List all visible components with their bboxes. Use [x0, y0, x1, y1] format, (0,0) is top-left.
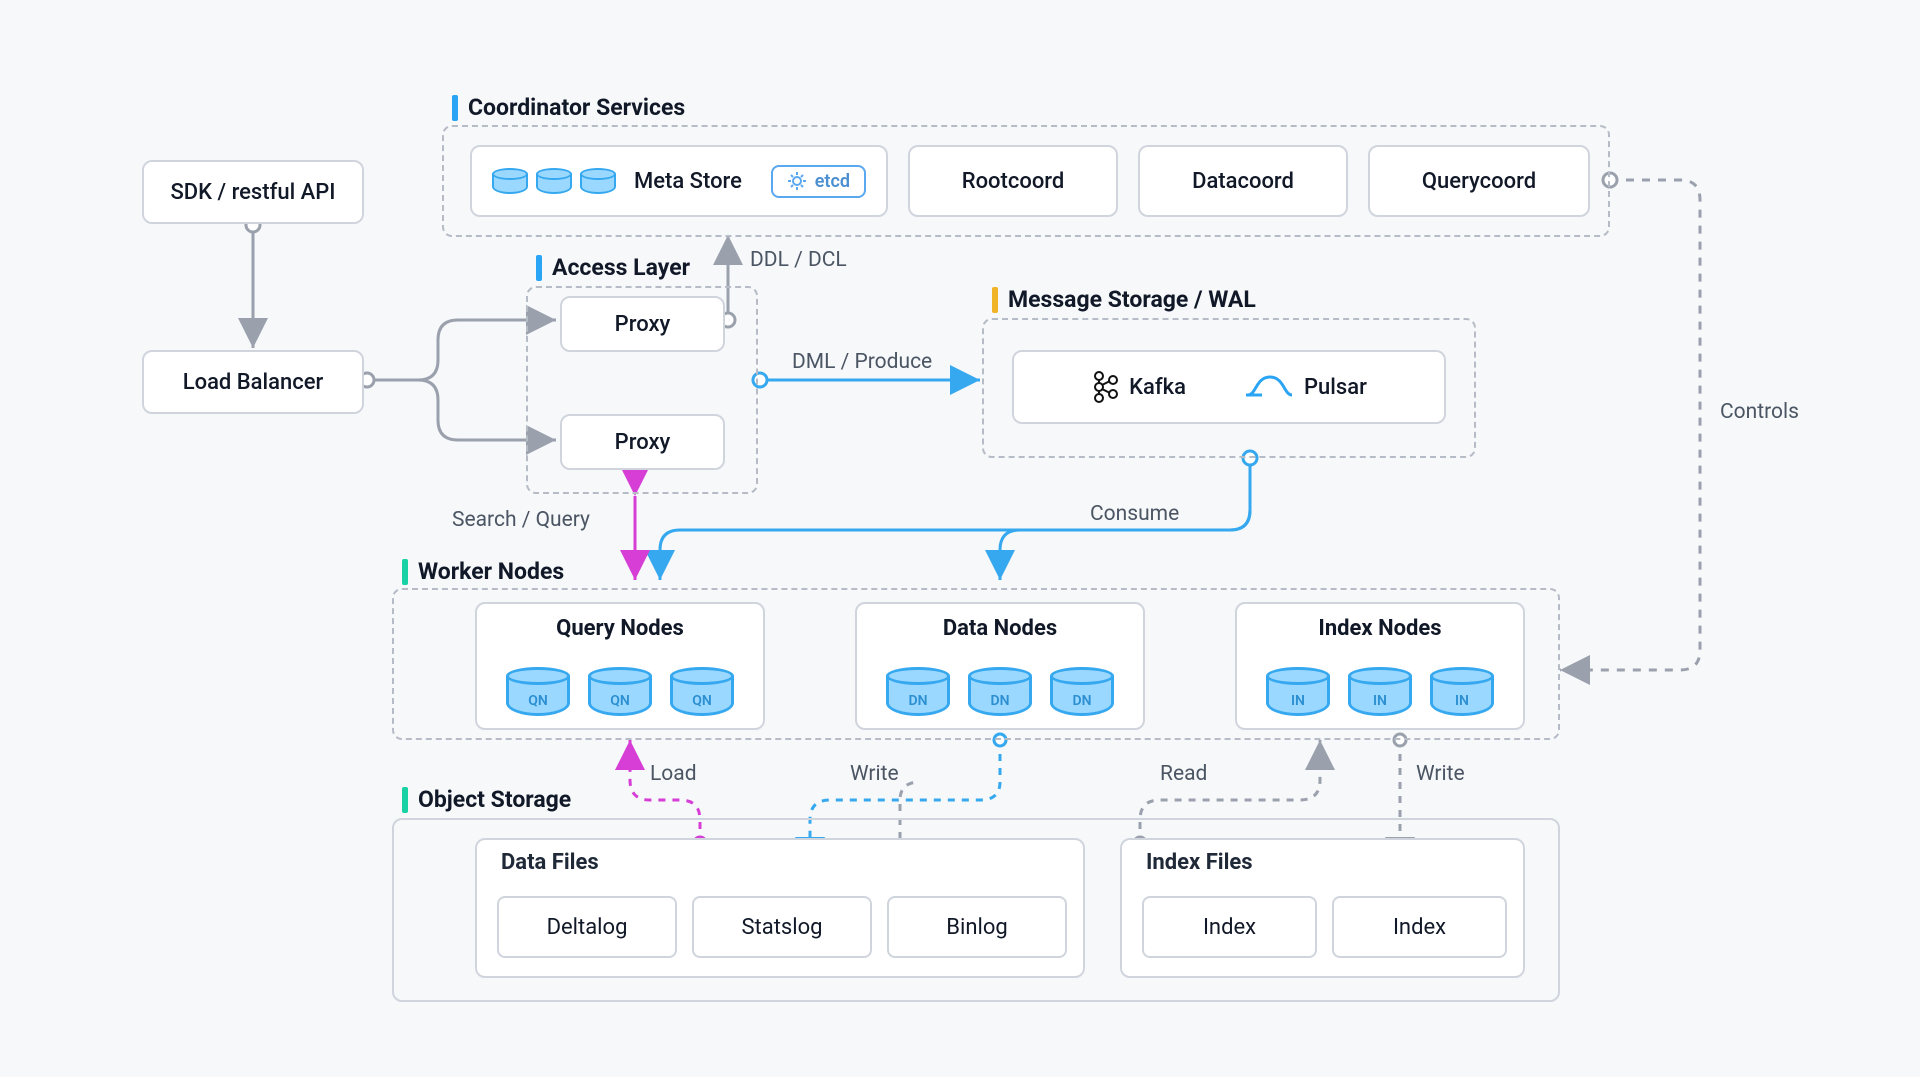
index-box-2: Index	[1332, 896, 1507, 958]
rootcoord-box: Rootcoord	[908, 145, 1118, 217]
db-icon: DN	[886, 667, 950, 716]
querycoord-box: Querycoord	[1368, 145, 1590, 217]
binlog-box: Binlog	[887, 896, 1067, 958]
lb-box: Load Balancer	[142, 350, 364, 414]
data-nodes-title: Data Nodes	[857, 616, 1143, 641]
index-label: Index	[1203, 915, 1256, 940]
db-icon: DN	[1050, 667, 1114, 716]
query-nodes-group: Query Nodes QN QN QN	[475, 602, 765, 730]
db-icon: IN	[1348, 667, 1412, 716]
label-search: Search / Query	[452, 508, 590, 532]
label-write-2: Write	[1416, 762, 1465, 786]
pulsar-item: Pulsar	[1246, 373, 1367, 401]
datacoord-label: Datacoord	[1192, 169, 1294, 194]
sdk-box: SDK / restful API	[142, 160, 364, 224]
kafka-icon	[1091, 370, 1119, 404]
db-icon: IN	[1430, 667, 1494, 716]
index-nodes-title: Index Nodes	[1237, 616, 1523, 641]
group-title-obj: Object Storage	[402, 786, 571, 813]
kafka-item: Kafka	[1091, 370, 1186, 404]
group-title-msg: Message Storage / WAL	[992, 286, 1256, 313]
sdk-label: SDK / restful API	[170, 180, 335, 205]
deltalog-label: Deltalog	[547, 915, 628, 940]
query-nodes-title: Query Nodes	[477, 616, 763, 641]
group-title-coordinator: Coordinator Services	[452, 94, 685, 121]
kafka-label: Kafka	[1129, 375, 1186, 400]
access-title-text: Access Layer	[552, 254, 690, 281]
db-icon: DN	[968, 667, 1032, 716]
label-write-1: Write	[850, 762, 899, 786]
proxy-label: Proxy	[615, 312, 671, 337]
msg-inner: Kafka Pulsar	[1012, 350, 1446, 424]
proxy-1: Proxy	[560, 296, 725, 352]
proxy-label: Proxy	[615, 430, 671, 455]
statslog-label: Statslog	[741, 915, 822, 940]
meta-store-label: Meta Store	[634, 169, 753, 194]
etcd-badge: etcd	[771, 165, 866, 198]
worker-title-text: Worker Nodes	[418, 558, 564, 585]
label-dml: DML / Produce	[792, 350, 932, 374]
lb-label: Load Balancer	[183, 370, 324, 395]
index-label: Index	[1393, 915, 1446, 940]
group-title-worker: Worker Nodes	[402, 558, 564, 585]
pulsar-label: Pulsar	[1304, 375, 1367, 400]
label-consume: Consume	[1090, 502, 1179, 526]
data-files-group: Data Files Deltalog Statslog Binlog	[475, 838, 1085, 978]
index-box-1: Index	[1142, 896, 1317, 958]
proxy-2: Proxy	[560, 414, 725, 470]
rootcoord-label: Rootcoord	[962, 169, 1065, 194]
statslog-box: Statslog	[692, 896, 872, 958]
data-files-title: Data Files	[501, 850, 599, 875]
db-icon	[580, 168, 616, 194]
label-ddl: DDL / DCL	[750, 248, 847, 272]
db-icon	[536, 168, 572, 194]
group-title-access: Access Layer	[536, 254, 690, 281]
datacoord-box: Datacoord	[1138, 145, 1348, 217]
binlog-label: Binlog	[946, 915, 1007, 940]
db-icon: IN	[1266, 667, 1330, 716]
msg-title-text: Message Storage / WAL	[1008, 286, 1256, 313]
etcd-label: etcd	[815, 171, 850, 192]
label-controls: Controls	[1720, 400, 1799, 424]
data-nodes-group: Data Nodes DN DN DN	[855, 602, 1145, 730]
meta-store-db-icons	[492, 168, 616, 194]
db-icon: QN	[506, 667, 570, 716]
index-files-title: Index Files	[1146, 850, 1253, 875]
gear-icon	[787, 171, 807, 191]
index-files-group: Index Files Index Index	[1120, 838, 1525, 978]
deltalog-box: Deltalog	[497, 896, 677, 958]
db-icon	[492, 168, 528, 194]
obj-title-text: Object Storage	[418, 786, 571, 813]
db-icon: QN	[588, 667, 652, 716]
db-icon: QN	[670, 667, 734, 716]
label-read: Read	[1160, 762, 1207, 786]
querycoord-label: Querycoord	[1422, 169, 1536, 194]
coord-title-text: Coordinator Services	[468, 94, 685, 121]
pulsar-icon	[1246, 373, 1294, 401]
label-load: Load	[650, 762, 697, 786]
meta-store-box: Meta Store etcd	[470, 145, 888, 217]
index-nodes-group: Index Nodes IN IN IN	[1235, 602, 1525, 730]
